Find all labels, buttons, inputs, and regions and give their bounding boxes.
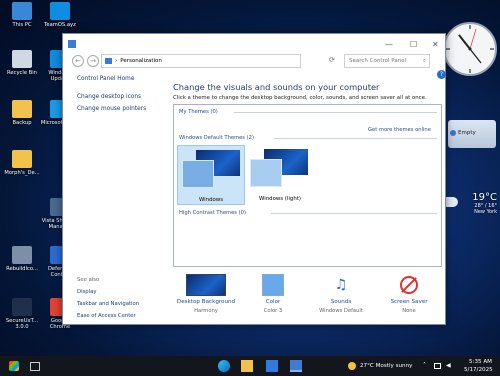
computer-icon — [12, 2, 32, 20]
sounds-button[interactable]: ♫ Sounds Windows Default — [306, 274, 376, 314]
address-bar[interactable]: › Personalization — [101, 54, 301, 68]
desktop-icon-label: Recycle Bin — [7, 70, 37, 76]
volume-icon[interactable]: ◀ — [446, 362, 451, 369]
clock-date[interactable]: 5/17/2025 — [464, 367, 493, 373]
display-link[interactable]: Display — [77, 289, 97, 295]
theme-windows-light[interactable]: Windows (light) — [246, 145, 314, 205]
personalization-window[interactable]: — ☐ ✕ ← → › Personalization ⟳ Search Con… — [62, 33, 446, 325]
desktop-icon-label: TeamOS.ayz — [44, 22, 76, 28]
screen-saver-icon — [398, 274, 420, 296]
my-themes-heading: My Themes (0) — [179, 109, 218, 115]
maximize-button[interactable]: ☐ — [410, 40, 417, 49]
desktop-icon[interactable]: SecureUxT... 3.0.0 — [2, 298, 42, 330]
sounds-label: Sounds — [330, 299, 352, 305]
desktop-icon-label: RebuildIco... — [6, 266, 38, 272]
desktop-icon[interactable]: Recycle Bin — [2, 50, 42, 76]
desktop-icon[interactable]: This PC — [2, 2, 42, 28]
divider — [274, 138, 437, 139]
desktop-background-value: Harmony — [194, 308, 218, 314]
sounds-icon: ♫ — [334, 277, 348, 293]
theme-label: Windows (light) — [259, 196, 301, 202]
help-button[interactable]: ? — [437, 70, 446, 79]
control-panel-home-link[interactable]: Control Panel Home — [77, 76, 134, 82]
theme-list[interactable]: My Themes (0) Get more themes online Win… — [173, 104, 442, 267]
taskbar-weather[interactable]: 27°C Mostly sunny — [360, 363, 412, 369]
theme-window-preview — [182, 160, 214, 188]
refresh-icon[interactable]: ⟳ — [329, 56, 335, 64]
desktop-background-button[interactable]: Desktop Background Harmony — [171, 274, 241, 314]
window-icon — [68, 40, 76, 48]
close-button[interactable]: ✕ — [432, 40, 439, 49]
taskbar-navigation-link[interactable]: Taskbar and Navigation — [77, 301, 139, 307]
minimize-button[interactable]: — — [385, 40, 393, 49]
desktop-icon-label: SecureUxT... 3.0.0 — [5, 318, 39, 330]
screen-saver-button[interactable]: Screen Saver None — [374, 274, 444, 314]
desktop-icon-label: Backup — [12, 120, 32, 126]
get-more-themes-link[interactable]: Get more themes online — [368, 127, 431, 133]
color-button[interactable]: Color Color 3 — [238, 274, 308, 314]
edge-icon — [50, 2, 70, 20]
theme-window-preview — [250, 159, 282, 187]
app-icon — [12, 246, 32, 264]
screen-saver-value: None — [402, 308, 416, 314]
desktop-icon-label: Morph's_De... — [4, 170, 40, 176]
search-icon: ⌕ — [422, 57, 426, 64]
file-explorer-taskbar-icon[interactable] — [241, 360, 253, 372]
store-taskbar-icon[interactable] — [266, 360, 278, 372]
change-desktop-icons-link[interactable]: Change desktop icons — [77, 94, 141, 100]
search-input[interactable]: Search Control Panel ⌕ — [344, 54, 430, 68]
desktop-background-label: Desktop Background — [176, 299, 236, 305]
sounds-value: Windows Default — [319, 308, 363, 314]
default-themes-heading: Windows Default Themes (2) — [179, 135, 255, 141]
chevron-right-icon: › — [115, 58, 118, 64]
network-icon[interactable] — [434, 363, 441, 369]
page-subtitle: Click a theme to change the desktop back… — [173, 95, 427, 101]
color-label: Color — [265, 299, 281, 305]
color-value: Color 3 — [263, 308, 283, 314]
tray-chevron-icon[interactable]: ˄ — [423, 362, 426, 369]
desktop-icon[interactable]: RebuildIco... — [2, 246, 42, 272]
edge-taskbar-icon[interactable] — [218, 360, 230, 372]
start-button[interactable] — [8, 360, 20, 372]
ease-of-access-link[interactable]: Ease of Access Center — [77, 313, 136, 319]
task-view-icon[interactable] — [30, 362, 40, 371]
control-panel-icon — [105, 58, 112, 64]
control-panel-taskbar-icon[interactable] — [290, 360, 302, 372]
see-also-title: See also — [77, 277, 100, 283]
divider — [271, 213, 437, 214]
desktop-icon-label: This PC — [12, 22, 32, 28]
folder-icon — [12, 100, 32, 118]
page-title: Change the visuals and sounds on your co… — [173, 82, 380, 92]
color-swatch-icon — [262, 274, 284, 296]
forward-button[interactable]: → — [87, 55, 99, 67]
add-icon[interactable] — [450, 130, 456, 136]
breadcrumb: Personalization — [120, 58, 162, 64]
recycle-bin-icon — [12, 50, 32, 68]
left-pane: Control Panel Home Change desktop icons … — [63, 70, 167, 324]
theme-windows[interactable]: Windows — [177, 145, 245, 205]
back-button[interactable]: ← — [72, 55, 84, 67]
notes-gadget[interactable]: Empty — [448, 120, 496, 148]
clock-gadget[interactable] — [441, 13, 499, 81]
theme-label: Windows — [198, 197, 224, 203]
titlebar[interactable]: — ☐ ✕ — [63, 34, 445, 55]
desktop-icon[interactable]: TeamOS.ayz — [40, 2, 80, 28]
weather-taskbar-icon[interactable] — [348, 362, 356, 370]
app-icon — [12, 298, 32, 316]
high-contrast-heading: High Contrast Themes (0) — [179, 210, 246, 216]
search-placeholder: Search Control Panel — [349, 58, 407, 64]
desktop-icon[interactable]: Morph's_De... — [2, 150, 42, 176]
desktop-background-icon — [186, 274, 226, 296]
notes-text: Empty — [458, 130, 476, 136]
folder-icon — [12, 150, 32, 168]
desktop-icon[interactable]: Backup — [2, 100, 42, 126]
clock-time[interactable]: 5:35 AM — [469, 359, 492, 365]
divider — [234, 112, 437, 113]
screen-saver-label: Screen Saver — [390, 299, 428, 305]
change-mouse-pointers-link[interactable]: Change mouse pointers — [77, 106, 146, 112]
